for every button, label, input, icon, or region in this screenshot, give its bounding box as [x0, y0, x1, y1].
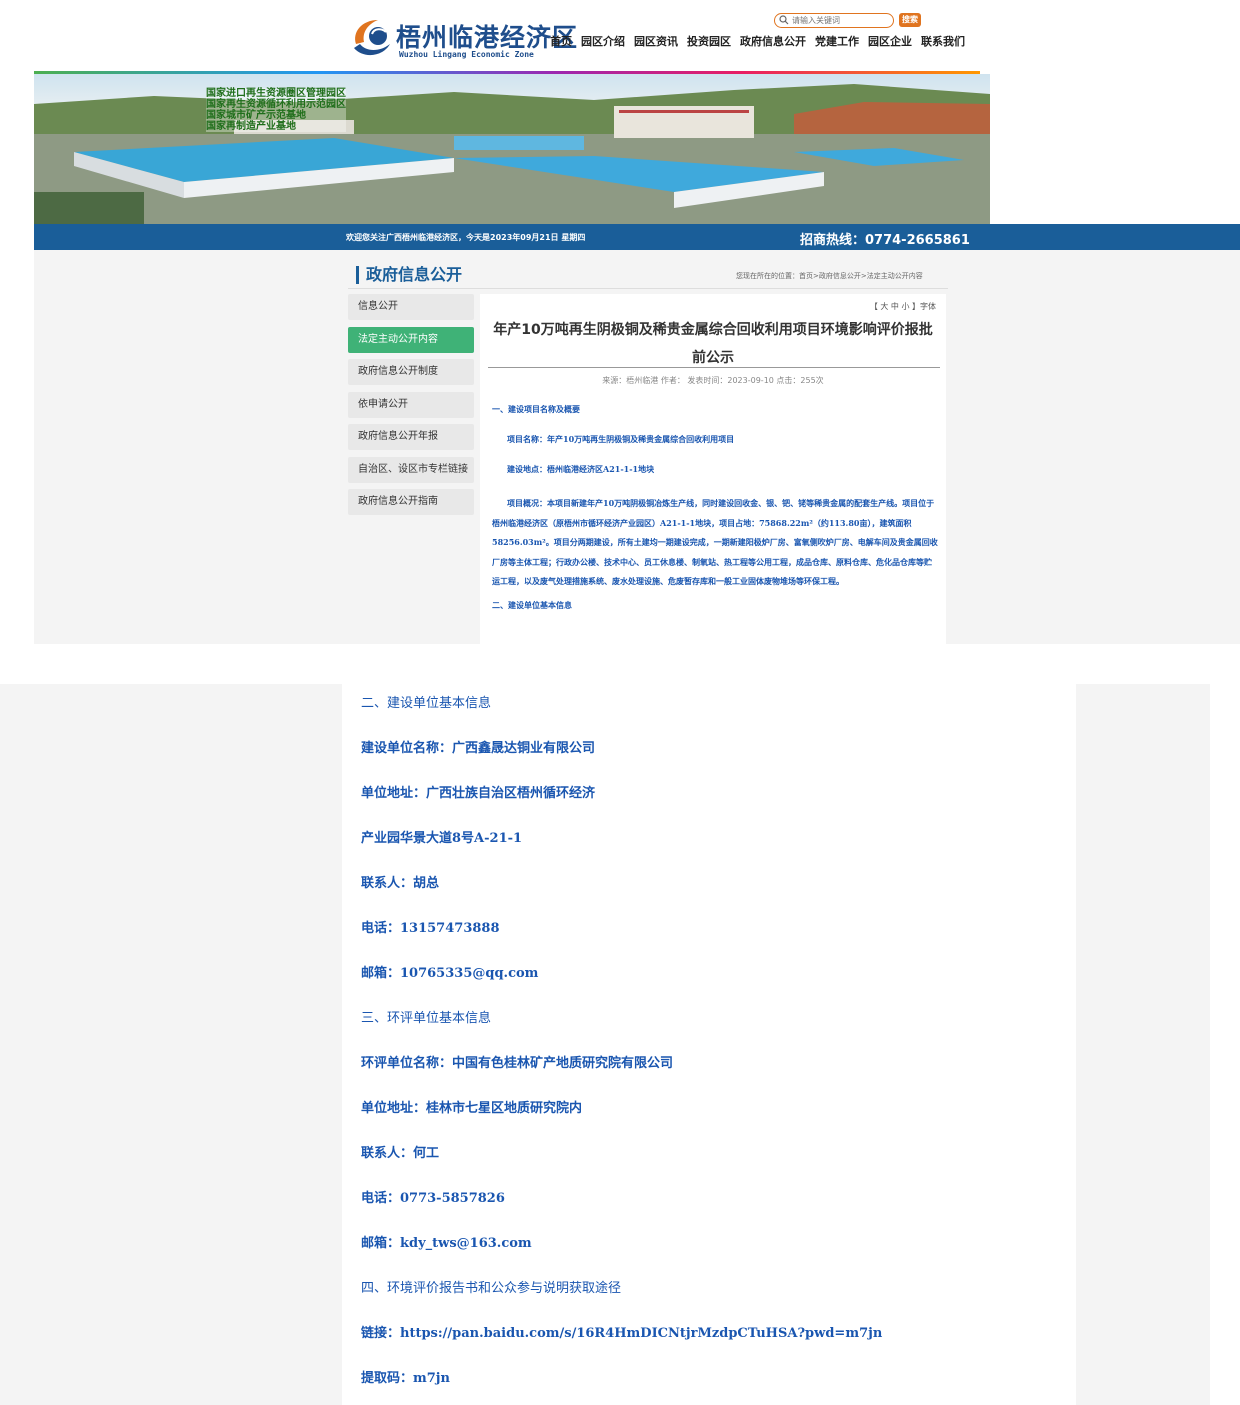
zoom-line: 电话：0773-5857826	[361, 1191, 505, 1206]
zoom-line: 联系人：何工	[361, 1146, 440, 1161]
sidebar-item-info-public[interactable]: 信息公开	[348, 294, 474, 320]
zoom-line: 邮箱：10765335@qq.com	[361, 966, 539, 981]
logo-swoosh-icon	[354, 20, 390, 56]
article-meta: 来源：梧州临港 作者： 发表时间：2023-09-10 点击：255次	[602, 376, 824, 385]
nav-gov-info[interactable]: 政府信息公开	[740, 33, 806, 49]
search-icon	[779, 15, 789, 25]
article-body: 一、建设项目名称及概要 项目名称：年产10万吨再生阴极铜及稀贵金属综合回收利用项…	[492, 404, 938, 630]
zoom-heading: 二、建设单位基本信息	[361, 696, 492, 711]
sidebar-item-annual-report[interactable]: 政府信息公开年报	[348, 424, 474, 450]
banner-line: 国家城市矿产示范基地	[206, 110, 306, 121]
search-input[interactable]	[792, 14, 890, 27]
nav-party[interactable]: 党建工作	[815, 33, 859, 49]
zoom-line: 邮箱：kdy_tws@163.com	[361, 1236, 532, 1251]
zoom-line: 环评单位名称：中国有色桂林矿产地质研究院有限公司	[361, 1056, 674, 1071]
article-paragraph: 建设地点：梧州临港经济区A21-1-1地块	[507, 464, 655, 474]
zoom-line: 产业园华景大道8号A-21-1	[361, 831, 523, 846]
nav-park-intro[interactable]: 园区介绍	[581, 33, 625, 49]
search-box[interactable]	[774, 13, 894, 28]
info-bar: 欢迎您关注广西梧州临港经济区，今天是2023年09月21日 星期四 招商热线：0…	[34, 224, 1240, 250]
article-title: 年产10万吨再生阴极铜及稀贵金属综合回收利用项目环境影响评价报批前公示	[493, 322, 933, 366]
sidebar-item-statutory-content[interactable]: 法定主动公开内容	[348, 326, 474, 353]
zoom-heading: 四、环境评价报告书和公众参与说明获取途径	[361, 1281, 622, 1296]
font-size-control[interactable]: 【 大 中 小 】字体	[870, 301, 936, 312]
banner-line: 国家进口再生资源圈区管理园区	[206, 88, 346, 99]
zoom-line: 单位地址：广西壮族自治区梧州循环经济	[361, 786, 596, 801]
zoom-line: 提取码：m7jn	[361, 1371, 450, 1386]
zoom-line: 电话：13157473888	[361, 921, 500, 936]
sidebar-item-on-request[interactable]: 依申请公开	[348, 391, 474, 418]
sidebar-item-region-links[interactable]: 自治区、设区市专栏链接	[348, 456, 474, 483]
welcome-text: 欢迎您关注广西梧州临港经济区，今天是2023年09月21日 星期四	[346, 233, 586, 242]
article-paragraph: 项目概况：本项目新建年产10万吨阴极铜冶炼生产线，同时建设回收金、银、钯、铑等稀…	[492, 498, 938, 586]
article-heading: 二、建设单位基本信息	[492, 599, 572, 610]
zoom-line: 单位地址：桂林市七星区地质研究院内	[361, 1101, 583, 1116]
nav-home[interactable]: 首页	[550, 33, 572, 49]
nav-invest[interactable]: 投资园区	[687, 33, 731, 49]
zoom-line: 联系人：胡总	[361, 876, 440, 891]
main-nav: 首页 园区介绍 园区资讯 投资园区 政府信息公开 党建工作 园区企业 联系我们	[550, 33, 965, 49]
section-divider	[348, 288, 948, 289]
zoom-heading: 三、环评单位基本信息	[361, 1011, 492, 1026]
sidebar: 信息公开 法定主动公开内容 政府信息公开制度 依申请公开 政府信息公开年报 自治…	[348, 294, 474, 522]
section-title: 政府信息公开	[356, 266, 462, 284]
industrial-park-illustration	[34, 84, 990, 224]
nav-contact[interactable]: 联系我们	[921, 33, 965, 49]
zoom-line: 建设单位名称：广西鑫晟达铜业有限公司	[361, 741, 596, 756]
nav-companies[interactable]: 园区企业	[868, 33, 912, 49]
article-divider	[488, 367, 940, 368]
article-paragraph: 项目名称：年产10万吨再生阴极铜及稀贵金属综合回收利用项目	[507, 434, 735, 444]
sidebar-item-disclosure-system[interactable]: 政府信息公开制度	[348, 359, 474, 385]
logo-title-en: Wuzhou Lingang Economic Zone	[399, 50, 534, 59]
sidebar-item-guide[interactable]: 政府信息公开指南	[348, 489, 474, 515]
site-logo[interactable]: 梧州临港经济区 Wuzhou Lingang Economic Zone	[348, 12, 577, 62]
breadcrumb[interactable]: 您现在所在的位置：首页>政府信息公开>法定主动公开内容	[736, 271, 923, 281]
article-panel: 【 大 中 小 】字体 年产10万吨再生阴极铜及稀贵金属综合回收利用项目环境影响…	[480, 294, 946, 644]
banner-line: 国家再生资源循环利用示范园区	[206, 99, 346, 110]
banner-line: 国家再制造产业基地	[206, 121, 296, 132]
banner-titles: 国家进口再生资源圈区管理园区 国家再生资源循环利用示范园区 国家城市矿产示范基地…	[206, 88, 346, 132]
article-heading: 一、建设项目名称及概要	[492, 404, 580, 414]
hotline-text: 招商热线：0774-2665861	[800, 233, 970, 248]
search-button[interactable]: 搜索	[899, 13, 921, 27]
site-header: 梧州临港经济区 Wuzhou Lingang Economic Zone 搜索 …	[0, 0, 1240, 72]
nav-park-news[interactable]: 园区资讯	[634, 33, 678, 49]
banner-image: 国家进口再生资源圈区管理园区 国家再生资源循环利用示范园区 国家城市矿产示范基地…	[34, 74, 990, 224]
zoom-link[interactable]: 链接：https://pan.baidu.com/s/16R4HmDICNtjr…	[361, 1322, 882, 1341]
